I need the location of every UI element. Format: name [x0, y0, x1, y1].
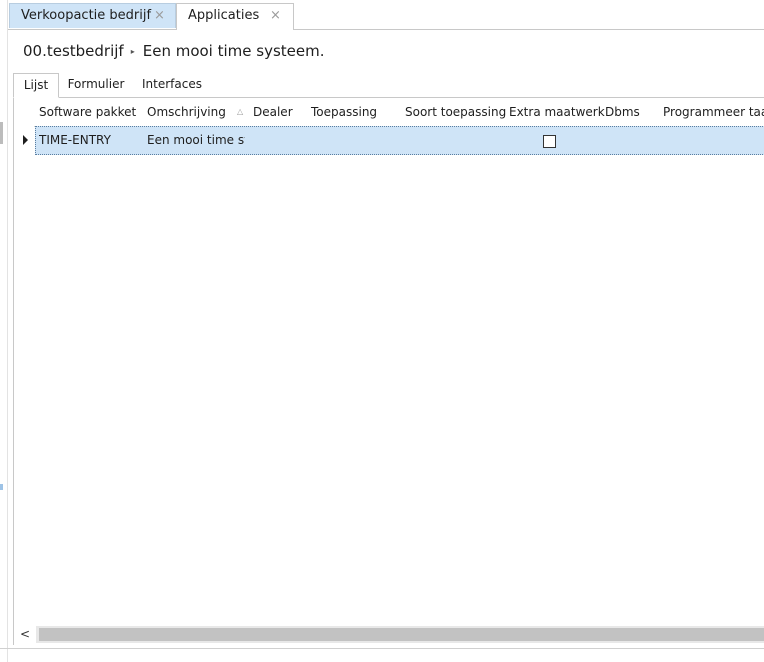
sort-ascending-icon: △: [237, 107, 244, 116]
column-header-soort-toepassing[interactable]: Soort toepassing: [405, 98, 506, 126]
scrollbar-thumb[interactable]: [39, 628, 764, 641]
column-header-omschrijving[interactable]: Omschrijving: [147, 98, 226, 126]
tab-interfaces[interactable]: Interfaces: [139, 73, 205, 97]
horizontal-scrollbar[interactable]: <: [14, 626, 764, 643]
tab-lijst[interactable]: Lijst: [13, 73, 59, 98]
breadcrumb-parent[interactable]: 00.testbedrijf: [23, 42, 124, 60]
breadcrumb: 00.testbedrijf ▸ Een mooi time systeem.: [23, 41, 325, 63]
scroll-left-button[interactable]: <: [14, 626, 36, 643]
left-edge-strip: [0, 0, 8, 662]
table-row[interactable]: TIME-ENTRY Een mooi time sys: [14, 126, 764, 155]
chevron-right-icon: ▸: [130, 47, 135, 56]
column-header-extra-maatwerk[interactable]: Extra maatwerk: [509, 98, 605, 126]
column-header-toepassing[interactable]: Toepassing: [311, 98, 377, 126]
cell-toepassing[interactable]: [311, 127, 401, 154]
tab-label: Applicaties: [188, 8, 260, 23]
grid-header: Software pakket Omschrijving △ Dealer To…: [14, 98, 764, 127]
edge-marker: [0, 122, 3, 144]
cell-soort-toepassing[interactable]: [405, 127, 505, 154]
current-row-arrow-icon: [23, 135, 28, 145]
extra-maatwerk-checkbox[interactable]: [543, 135, 556, 148]
row-selector[interactable]: [14, 126, 34, 155]
tab-applicaties[interactable]: Applicaties ×: [176, 3, 294, 30]
breadcrumb-current: Een mooi time systeem.: [142, 42, 325, 60]
tab-label: Verkoopactie bedrijf: [21, 8, 152, 23]
close-icon[interactable]: ×: [154, 4, 165, 27]
application-window: Verkoopactie bedrijf × Applicaties × 00.…: [0, 0, 764, 662]
cell-programmeer-taal[interactable]: [663, 127, 763, 154]
document-tab-strip: Verkoopactie bedrijf × Applicaties ×: [8, 0, 764, 30]
cell-dbms[interactable]: [605, 127, 659, 154]
column-header-dbms[interactable]: Dbms: [605, 98, 640, 126]
column-header-software-pakket[interactable]: Software pakket: [39, 98, 136, 126]
close-icon[interactable]: ×: [270, 4, 281, 27]
view-tab-strip: Lijst Formulier Interfaces: [13, 73, 764, 98]
column-header-dealer[interactable]: Dealer: [253, 98, 293, 126]
cell-dealer[interactable]: [253, 127, 307, 154]
data-grid: Software pakket Omschrijving △ Dealer To…: [13, 98, 764, 645]
cell-software-pakket[interactable]: TIME-ENTRY: [39, 127, 139, 154]
tab-verkoopactie-bedrijf[interactable]: Verkoopactie bedrijf ×: [9, 3, 176, 28]
cell-omschrijving[interactable]: Een mooi time sys: [147, 127, 245, 154]
divider: [0, 648, 764, 649]
column-header-programmeer-taal[interactable]: Programmeer taal: [663, 98, 764, 126]
tab-formulier[interactable]: Formulier: [63, 73, 129, 97]
edge-marker: [0, 484, 3, 490]
row-body[interactable]: TIME-ENTRY Een mooi time sys: [35, 126, 764, 155]
